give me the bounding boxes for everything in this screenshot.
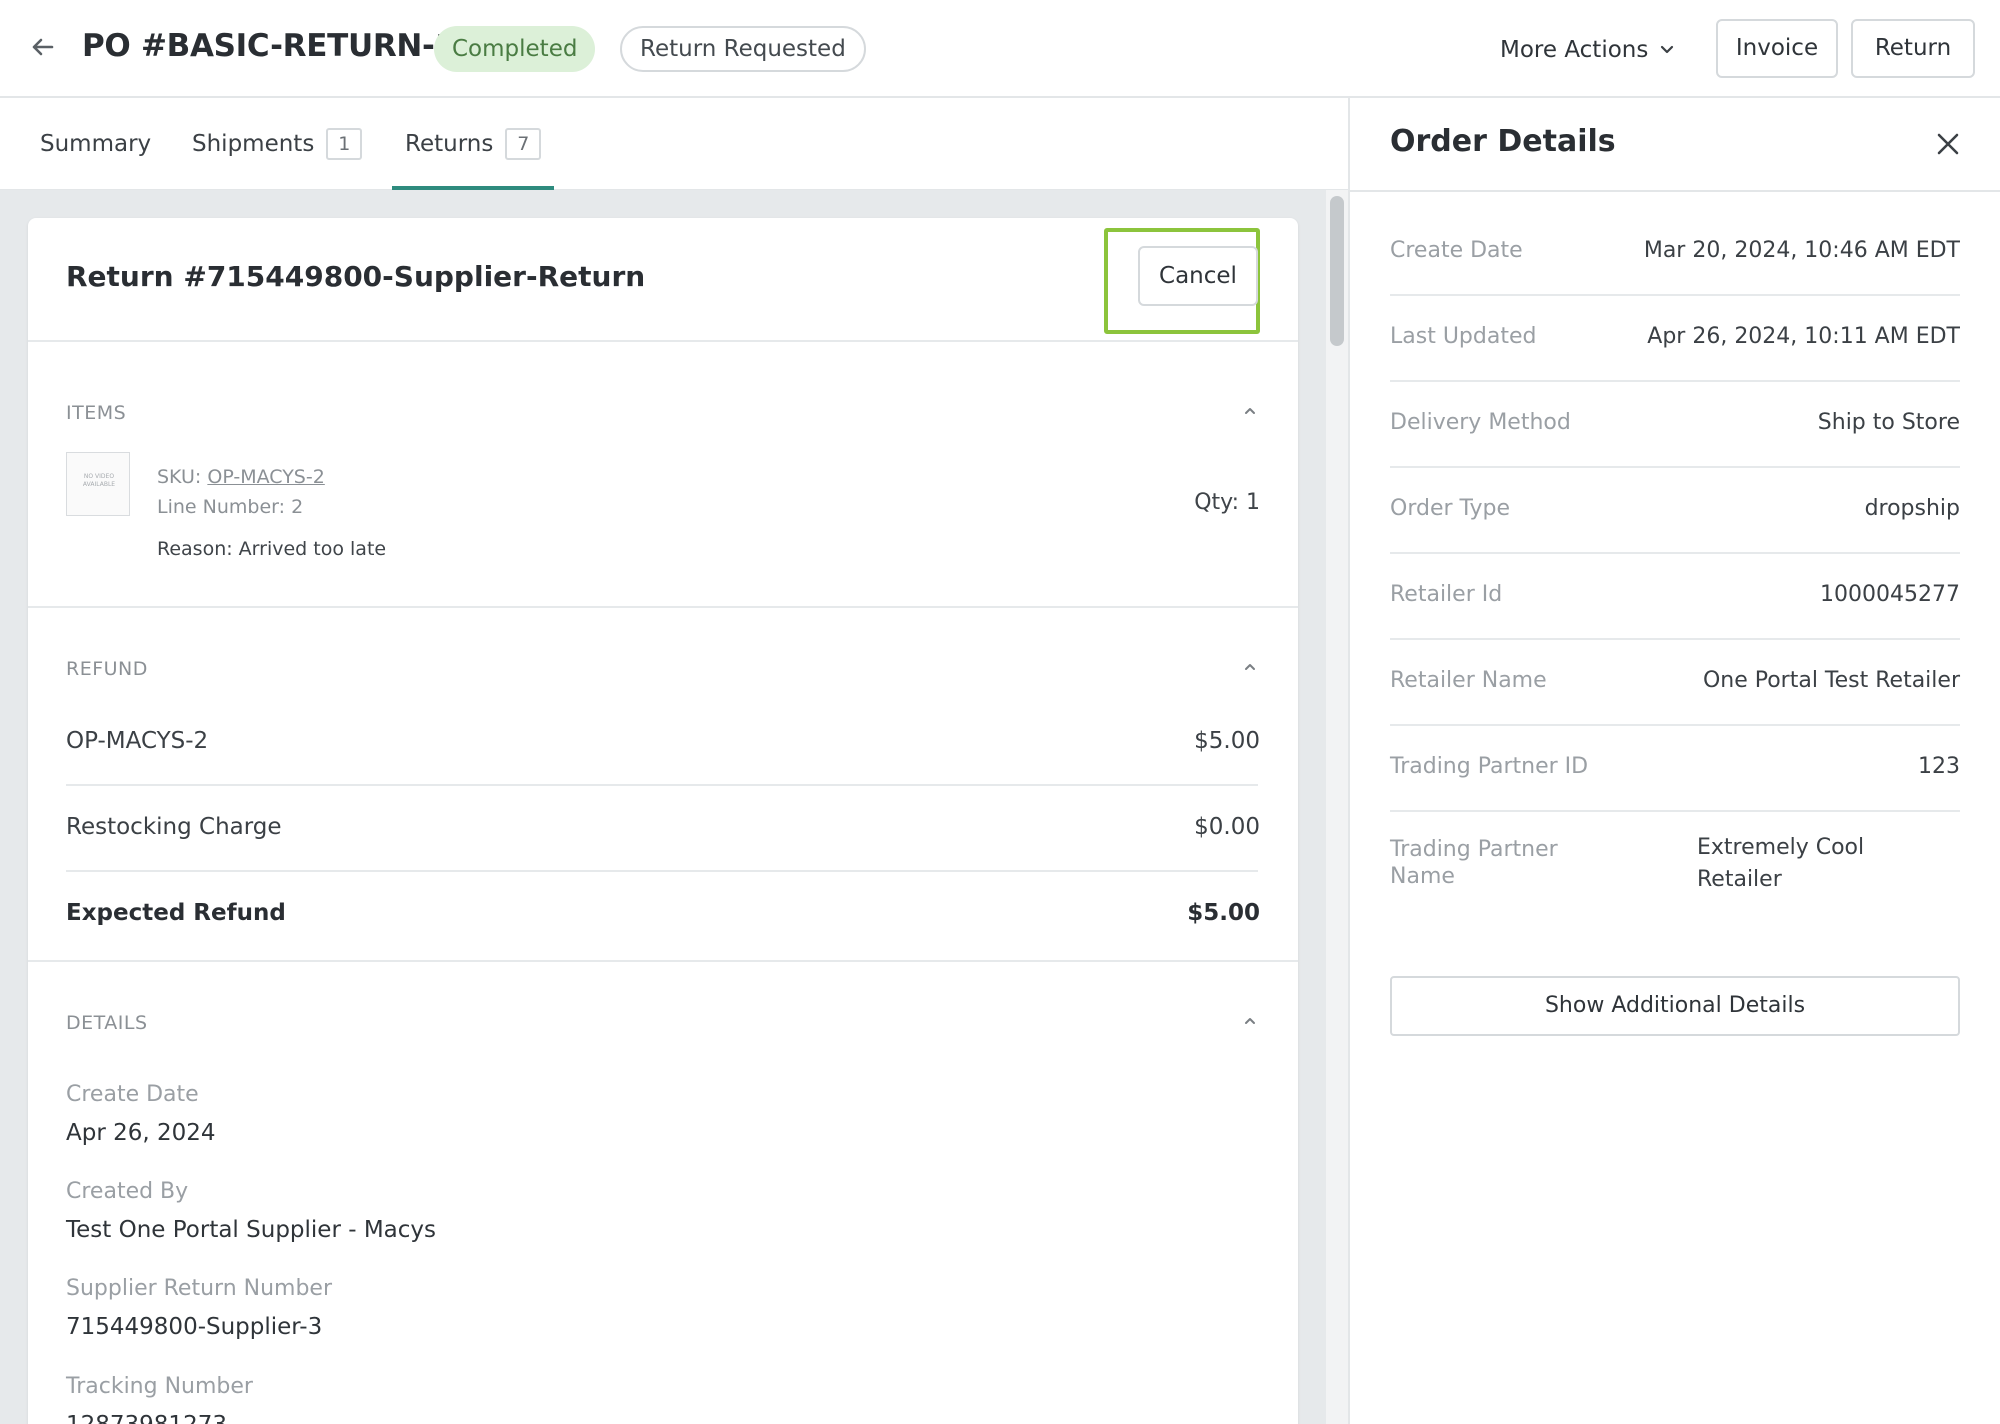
thumbnail-placeholder-text: NO VIDEO AVAILABLE [82, 473, 116, 488]
chevron-up-icon[interactable] [1243, 660, 1257, 674]
detail-label: Supplier Return Number [66, 1276, 333, 1301]
details-section-label: DETAILS [66, 1012, 148, 1034]
detail-value: 123 [1918, 754, 1960, 779]
order-details-panel: Order Details Create Date Mar 20, 2024, … [1348, 98, 2000, 1424]
line-number: Line Number: 2 [157, 496, 304, 518]
detail-label: Created By [66, 1179, 189, 1204]
detail-key: Retailer Id [1390, 582, 1503, 607]
refund-item-label: OP-MACYS-2 [66, 728, 209, 754]
scrollbar-thumb[interactable] [1330, 196, 1344, 346]
detail-row-create-date: Create Date Mar 20, 2024, 10:46 AM EDT [1390, 210, 1960, 296]
sku-line: SKU: OP-MACYS-2 [157, 466, 325, 488]
detail-row-retailer-id: Retailer Id 1000045277 [1390, 554, 1960, 640]
detail-value: Apr 26, 2024 [66, 1120, 216, 1146]
tab-bar: Summary Shipments 1 Returns 7 [0, 98, 1348, 190]
more-actions-label: More Actions [1500, 37, 1649, 63]
detail-row-retailer-name: Retailer Name One Portal Test Retailer [1390, 640, 1960, 726]
chevron-up-icon[interactable] [1243, 404, 1257, 418]
expected-refund-label: Expected Refund [66, 900, 286, 926]
tab-count-badge: 7 [505, 128, 542, 160]
detail-key: Delivery Method [1390, 410, 1571, 435]
tab-count-badge: 1 [326, 128, 363, 160]
detail-label: Tracking Number [66, 1374, 253, 1399]
chevron-down-icon [1661, 45, 1674, 54]
return-button[interactable]: Return [1851, 19, 1975, 78]
detail-key: Last Updated [1390, 324, 1537, 349]
status-badge: Completed [434, 26, 596, 72]
detail-row-trading-partner-name: Trading Partner Name Extremely Cool Reta… [1390, 812, 1960, 912]
tab-summary[interactable]: Summary [40, 98, 151, 190]
items-section-label: ITEMS [66, 402, 127, 424]
order-details-header: Order Details [1350, 98, 2000, 192]
tab-shipments[interactable]: Shipments 1 [192, 98, 363, 190]
tab-label: Returns [405, 131, 494, 157]
sku-link[interactable]: OP-MACYS-2 [207, 466, 324, 488]
return-reason: Reason: Arrived too late [157, 538, 387, 560]
chevron-up-icon[interactable] [1243, 1014, 1257, 1028]
tab-returns[interactable]: Returns 7 [392, 98, 555, 190]
scrollbar-track[interactable] [1326, 190, 1348, 1424]
tab-label: Shipments [192, 131, 315, 157]
cancel-button[interactable]: Cancel [1138, 246, 1258, 306]
detail-value: Mar 20, 2024, 10:46 AM EDT [1643, 238, 1960, 263]
section-divider [28, 606, 1298, 608]
detail-key: Order Type [1390, 496, 1511, 521]
detail-key: Trading Partner Name [1390, 837, 1558, 889]
detail-value: Apr 26, 2024, 10:11 AM EDT [1647, 324, 1960, 349]
restocking-label: Restocking Charge [66, 814, 282, 840]
return-status-badge: Return Requested [620, 26, 866, 72]
detail-row-last-updated: Last Updated Apr 26, 2024, 10:11 AM EDT [1390, 296, 1960, 382]
page-title: PO #BASIC-RETURN-1 [82, 28, 456, 64]
close-icon[interactable] [1934, 130, 1962, 158]
return-card-header: Return #715449800-Supplier-Return Cancel [28, 218, 1298, 342]
detail-value: 715449800-Supplier-3 [66, 1314, 323, 1340]
detail-value: 1000045277 [1820, 582, 1960, 607]
detail-row-order-type: Order Type dropship [1390, 468, 1960, 554]
top-bar: PO #BASIC-RETURN-1 Completed Return Requ… [0, 0, 2000, 98]
product-thumbnail: NO VIDEO AVAILABLE [66, 452, 130, 516]
sku-prefix: SKU: [157, 466, 208, 488]
detail-value: 12873981273 [66, 1412, 227, 1424]
restocking-value: $0.00 [1194, 814, 1260, 840]
returns-scroll-area: Return #715449800-Supplier-Return Cancel… [0, 190, 1348, 1424]
detail-row-delivery-method: Delivery Method Ship to Store [1390, 382, 1960, 468]
return-title: Return #715449800-Supplier-Return [66, 260, 646, 293]
row-divider [66, 784, 1258, 786]
order-details-title: Order Details [1390, 124, 1616, 159]
detail-key: Create Date [1390, 238, 1523, 263]
show-additional-details-button[interactable]: Show Additional Details [1390, 976, 1960, 1036]
detail-key: Trading Partner ID [1390, 754, 1589, 779]
return-card: Return #715449800-Supplier-Return Cancel… [28, 218, 1298, 1424]
detail-key: Retailer Name [1390, 668, 1547, 693]
refund-section-label: REFUND [66, 658, 148, 680]
detail-value: One Portal Test Retailer [1702, 668, 1960, 693]
detail-value: dropship [1864, 496, 1960, 521]
tab-label: Summary [40, 131, 152, 157]
item-quantity: Qty: 1 [1194, 490, 1260, 515]
expected-refund-value: $5.00 [1187, 900, 1260, 926]
detail-value: Ship to Store [1817, 410, 1960, 435]
section-divider [28, 960, 1298, 962]
arrow-left-icon[interactable] [28, 32, 58, 62]
detail-row-trading-partner-id: Trading Partner ID 123 [1390, 726, 1960, 812]
main-pane: Summary Shipments 1 Returns 7 Return #71… [0, 98, 1348, 1424]
more-actions-dropdown[interactable]: More Actions [1500, 30, 1674, 70]
refund-item-value: $5.00 [1194, 728, 1260, 754]
detail-value: Test One Portal Supplier - Macys [66, 1217, 436, 1243]
invoice-button[interactable]: Invoice [1716, 19, 1838, 78]
detail-label: Create Date [66, 1082, 199, 1107]
detail-value: Extremely Cool Retailer [1697, 835, 1865, 892]
row-divider [66, 870, 1258, 872]
